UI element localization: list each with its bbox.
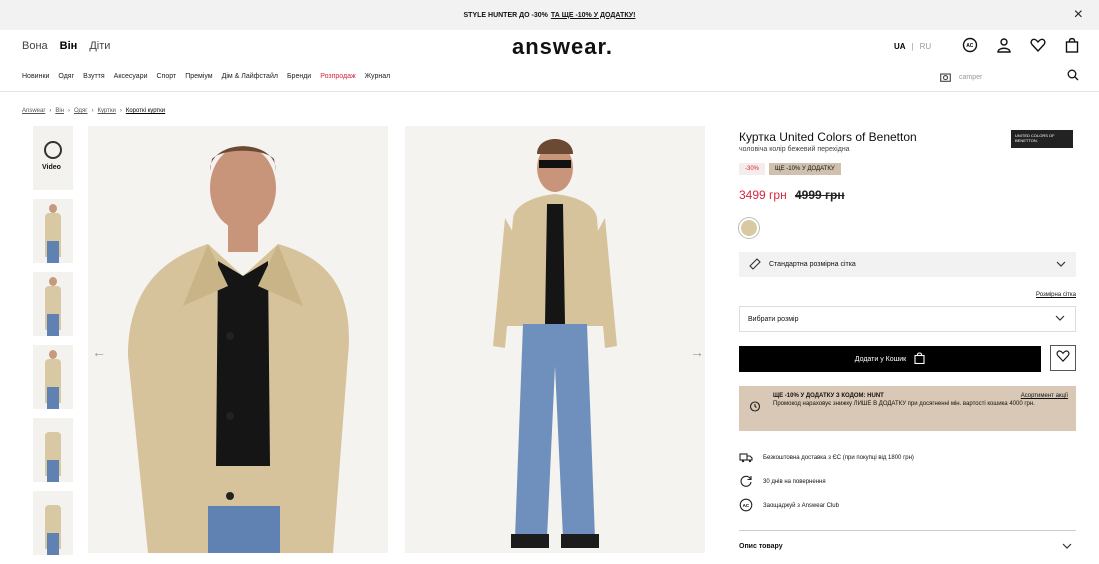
lang-ua[interactable]: UA [894,42,906,51]
chevron-down-icon [1056,261,1066,269]
lang-divider: | [911,42,914,51]
arrow-left-icon[interactable]: ← [92,344,106,360]
header-icons: AC [962,37,1080,58]
features-list: Безкоштовна доставка з ЄС (при покупці в… [739,446,914,518]
cart-icon[interactable] [1064,37,1080,58]
club-icon[interactable]: AC [962,37,978,58]
arrow-right-icon[interactable]: → [690,344,704,360]
nav-item-journal[interactable]: Журнал [365,73,391,80]
return-icon [739,474,753,490]
ruler-icon [749,257,761,272]
thumbnail-strip: Video [33,126,73,564]
gender-kids[interactable]: Діти [89,40,110,52]
thumbnail-image[interactable] [33,272,73,336]
extra-discount-badge: ЩЕ -10% У ДОДАТКУ [769,163,841,175]
breadcrumb-item[interactable]: Одяг [74,108,87,114]
play-icon [44,141,62,159]
nav-item-shoes[interactable]: Взуття [83,73,105,80]
size-guide-label: Стандартна розмірна сітка [769,261,856,268]
badges: -30% ЩЕ -10% У ДОДАТКУ [739,163,841,175]
club-icon: AC [739,498,753,514]
chevron-down-icon [1062,543,1072,551]
color-swatch[interactable] [739,218,759,238]
promo-bar-link[interactable]: ТА ЩЕ -10% У ДОДАТКУ! [551,12,636,19]
discount-badge: -30% [739,163,766,175]
gender-women[interactable]: Вона [22,40,48,52]
chevron-down-icon [1055,315,1065,323]
breadcrumb-item[interactable]: Він [55,108,64,114]
thumbnail-image[interactable] [33,418,73,482]
current-price: 3499 грн [739,188,787,202]
nav-item-sale[interactable]: Розпродаж [320,73,355,80]
thumbnail-image[interactable] [33,199,73,263]
breadcrumb-item[interactable]: Answear [22,108,45,114]
feature-item: Безкоштовна доставка з ЄС (при покупці в… [739,446,914,470]
feature-item: 30 днів на повернення [739,470,914,494]
brand-logo[interactable]: UNITED COLORS OF BENETTON. [1011,130,1073,148]
lang-ru[interactable]: RU [920,42,932,51]
feature-text: 30 днів на повернення [763,479,826,485]
promo-text: Промокод нараховує знижку ЛИШЕ В ДОДАТКУ… [773,401,1035,407]
delivery-icon [739,450,753,466]
nav-item-accessories[interactable]: Аксесуари [114,73,148,80]
product-photo-secondary[interactable] [405,126,705,553]
search-icon[interactable] [1067,69,1079,83]
video-label: Video [42,164,61,171]
nav-item-brands[interactable]: Бренди [287,73,311,80]
svg-text:AC: AC [743,503,750,508]
size-select[interactable]: Вибрати розмір [739,306,1076,332]
feature-item: AC Заощаджуй з Answear Club [739,494,914,518]
feature-text: Заощаджуй з Answear Club [763,503,839,509]
size-guide-dropdown[interactable]: Стандартна розмірна сітка [739,252,1076,277]
header: Вона Він Діти answear. UA | RU AC [0,30,1099,64]
wishlist-button[interactable] [1050,345,1076,371]
camera-icon[interactable] [940,72,951,84]
nav-item-premium[interactable]: Преміум [185,73,212,80]
promo-code-box: ЩЕ -10% У ДОДАТКУ З КОДОМ: HUNT Асортиме… [739,386,1076,431]
promo-assortment-link[interactable]: Асортимент акції [1021,392,1068,400]
promo-bar: STYLE HUNTER ДО -30% ТА ЩЕ -10% У ДОДАТК… [0,0,1099,30]
product-photo-main[interactable] [88,126,388,553]
gender-nav: Вона Він Діти [22,40,110,52]
add-to-cart-button[interactable]: Додати у Кошик [739,346,1041,372]
product-title: Куртка United Colors of Benetton [739,130,917,144]
breadcrumb-current[interactable]: Короткі куртки [126,108,165,114]
close-icon[interactable]: × [1074,6,1083,24]
bag-icon [914,352,925,366]
language-switcher: UA | RU [894,42,931,51]
breadcrumb: Answear › Він › Одяг › Куртки › Короткі курт… [22,108,166,114]
nav-item-clothing[interactable]: Одяг [58,73,74,80]
search-bar[interactable]: camper [940,69,1085,86]
heart-icon [1056,349,1070,367]
nav-item-new[interactable]: Новинки [22,73,49,80]
old-price: 4999 грн [795,188,845,202]
product-subtitle: чоловіча колір бежевий перехідна [739,146,850,153]
thumbnail-image[interactable] [33,345,73,409]
heart-icon[interactable] [1030,37,1046,58]
size-table-link[interactable]: Розмірна сітка [1036,292,1076,298]
nav-item-home[interactable]: Дім & Лайфстайл [222,73,278,80]
main-nav: Новинки Одяг Взуття Аксесуари Спорт Прем… [0,64,1099,92]
alarm-clock-icon [749,400,761,415]
svg-text:AC: AC [966,43,974,49]
video-thumbnail[interactable]: Video [33,126,73,190]
add-to-cart-label: Додати у Кошик [854,355,907,363]
description-accordion[interactable]: Опис товару [739,530,1076,550]
user-icon[interactable] [996,37,1012,58]
breadcrumb-item[interactable]: Куртки [97,108,115,114]
logo[interactable]: answear. [512,34,613,60]
size-select-label: Вибрати розмір [748,315,799,323]
search-input[interactable]: camper [959,74,982,81]
description-title: Опис товару [739,543,783,550]
gender-men[interactable]: Він [60,40,78,52]
nav-item-sport[interactable]: Спорт [157,73,177,80]
feature-text: Безкоштовна доставка з ЄС (при покупці в… [763,455,914,461]
thumbnail-image[interactable] [33,491,73,555]
promo-bar-text: STYLE HUNTER ДО -30% [463,11,548,19]
